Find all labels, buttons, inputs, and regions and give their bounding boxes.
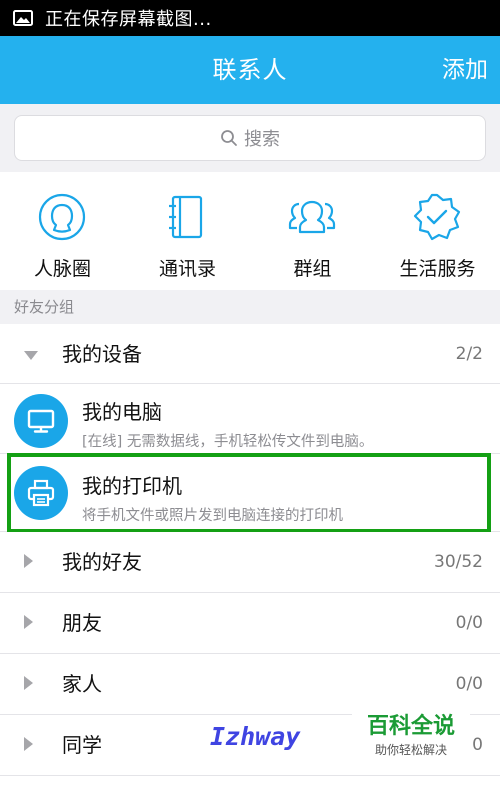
watermark-text: Izhway	[210, 722, 301, 751]
brand-name: 百科全说	[366, 714, 455, 739]
printer-avatar	[14, 466, 68, 520]
device-description: [在线] 无需数据线，手机轻松传文件到电脑。	[82, 434, 374, 450]
quick-action-label: 生活服务	[399, 258, 476, 280]
expand-right-icon	[24, 615, 33, 629]
printer-icon	[27, 479, 55, 507]
computer-avatar	[14, 394, 68, 448]
device-name: 我的打印机	[82, 474, 182, 498]
title-bar: 联系人 添加	[0, 36, 500, 104]
expand-down-icon	[24, 351, 38, 360]
device-name: 我的电脑	[82, 400, 162, 424]
group-count: 0/0	[455, 613, 483, 633]
device-row-computer[interactable]: 我的电脑 [在线] 无需数据线，手机轻松传文件到电脑。	[0, 384, 500, 454]
search-icon	[221, 130, 237, 146]
group-count: 30/52	[434, 552, 483, 572]
quick-action-label: 人脉圈	[33, 258, 91, 280]
group-name: 家人	[62, 672, 102, 696]
person-circle-icon	[38, 193, 86, 241]
group-row-pals[interactable]: 朋友 0/0	[0, 593, 500, 654]
search-input[interactable]: 搜索	[14, 115, 486, 161]
quick-action-contacts[interactable]: 通讯录	[125, 172, 250, 290]
expand-right-icon	[24, 554, 33, 568]
group-name: 我的设备	[62, 342, 142, 366]
expand-right-icon	[24, 676, 33, 690]
device-row-printer[interactable]: 我的打印机 将手机文件或照片发到电脑连接的打印机	[0, 454, 500, 532]
quick-action-circle[interactable]: 人脉圈	[0, 172, 125, 290]
group-name: 同学	[62, 733, 102, 757]
status-bar: 正在保存屏幕截图...	[0, 0, 500, 36]
group-count: 0	[472, 735, 483, 755]
group-name: 我的好友	[62, 550, 142, 574]
add-button[interactable]: 添加	[442, 36, 488, 104]
brand-slogan: 助你轻松解决	[374, 743, 447, 757]
quick-actions: 人脉圈 通讯录 群组 生活服务	[0, 172, 500, 290]
page-title: 联系人	[212, 56, 288, 84]
expand-right-icon	[24, 737, 33, 751]
status-text: 正在保存屏幕截图...	[45, 9, 212, 30]
search-bar: 搜索	[0, 104, 500, 172]
group-row-friends[interactable]: 我的好友 30/52	[0, 532, 500, 593]
group-icon	[288, 200, 336, 234]
quick-action-label: 通讯录	[158, 258, 216, 280]
quick-action-services[interactable]: 生活服务	[375, 172, 500, 290]
computer-icon	[27, 409, 55, 433]
search-placeholder: 搜索	[244, 129, 280, 150]
section-label: 好友分组	[0, 290, 500, 324]
group-count: 2/2	[455, 344, 483, 364]
group-count: 0/0	[455, 674, 483, 694]
group-row-devices[interactable]: 我的设备 2/2	[0, 324, 500, 384]
quick-action-label: 群组	[293, 258, 332, 280]
group-name: 朋友	[62, 611, 102, 635]
group-row-family[interactable]: 家人 0/0	[0, 654, 500, 715]
address-book-icon	[169, 195, 203, 239]
service-badge-icon	[413, 193, 461, 241]
quick-action-groups[interactable]: 群组	[250, 172, 375, 290]
image-icon	[13, 10, 33, 26]
brand-watermark: 百科全说 助你轻松解决	[352, 712, 470, 764]
device-description: 将手机文件或照片发到电脑连接的打印机	[82, 508, 343, 524]
